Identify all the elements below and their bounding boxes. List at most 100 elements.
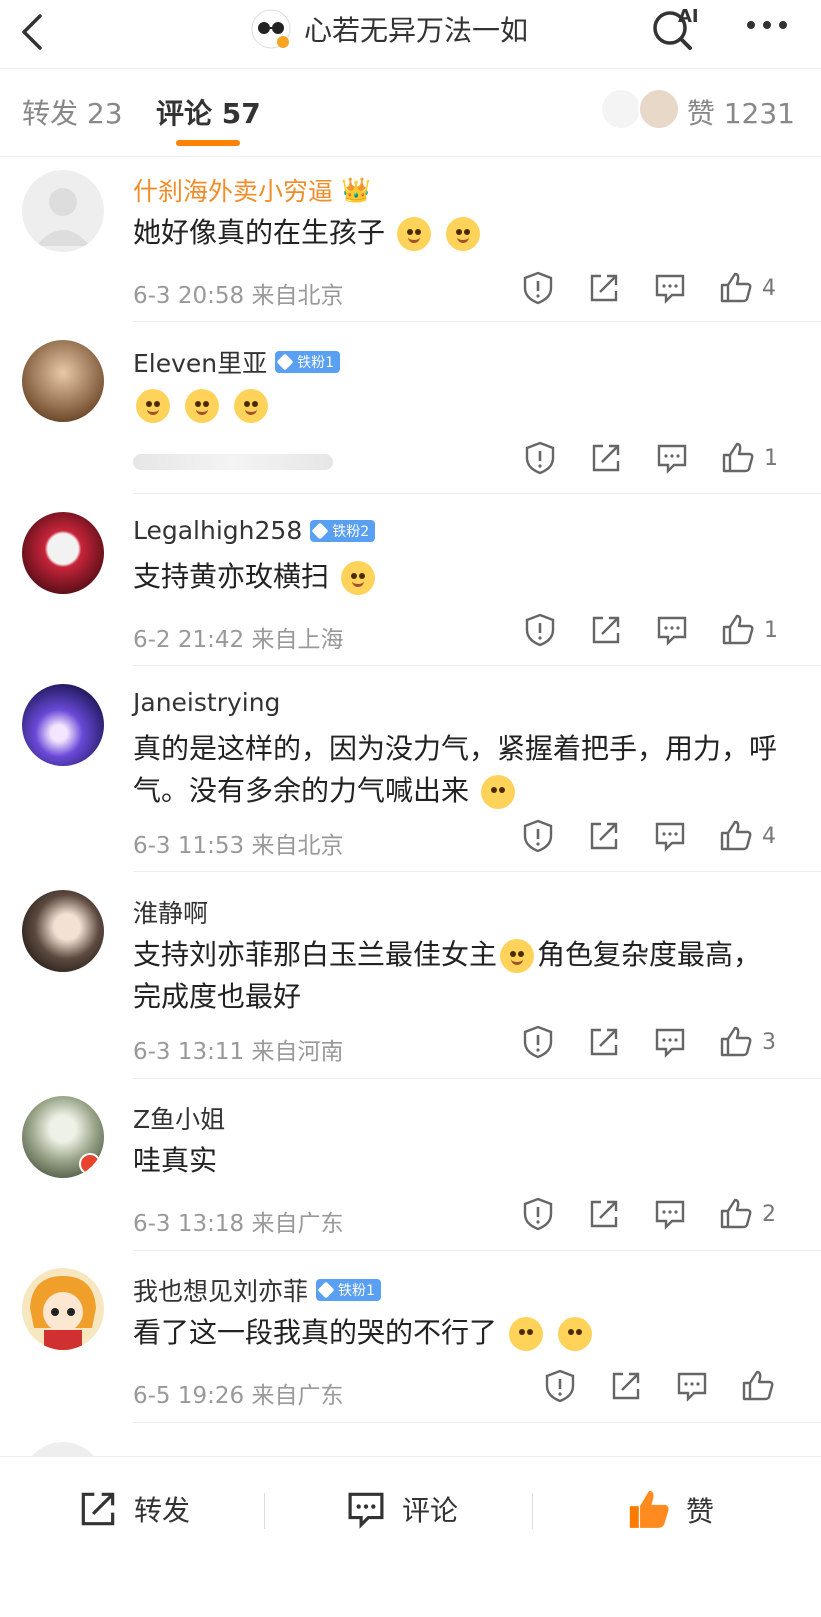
divider bbox=[133, 665, 821, 666]
report-icon[interactable] bbox=[520, 818, 556, 854]
tab-repost-count: 23 bbox=[86, 97, 123, 130]
share-icon[interactable] bbox=[588, 440, 624, 476]
reply-icon[interactable] bbox=[652, 818, 688, 854]
comment-text: 真的是这样的，因为没力气，紧握着把手，用力，呼气。没有多余的力气喊出来 bbox=[133, 728, 781, 812]
divider bbox=[532, 1493, 533, 1529]
share-icon[interactable] bbox=[586, 1024, 622, 1060]
report-icon[interactable] bbox=[522, 440, 558, 476]
comment-like-button[interactable]: 4 bbox=[718, 270, 776, 306]
reply-icon[interactable] bbox=[654, 440, 690, 476]
like-post-button[interactable]: 赞 bbox=[626, 1487, 714, 1533]
comment-button[interactable]: 评论 bbox=[344, 1487, 458, 1531]
comment-username[interactable]: Janeistrying bbox=[133, 688, 280, 717]
comment-text: 支持刘亦菲那白玉兰最佳女主 角色复杂度最高，完成度也最好 bbox=[133, 934, 781, 1018]
badge-text: 铁粉1 bbox=[297, 355, 335, 371]
thumbs-up-icon bbox=[722, 614, 754, 645]
comment-text-content: 支持黄亦玫横扫 bbox=[133, 560, 330, 593]
like-label: 赞 bbox=[686, 1495, 715, 1528]
tab-likes-count: 1231 bbox=[723, 97, 795, 130]
comment-username[interactable]: 什刹海外卖小穷逼 👑 bbox=[133, 172, 371, 208]
badge-text: 铁粉1 bbox=[338, 1283, 375, 1299]
diamond-icon bbox=[311, 522, 329, 539]
crying-emoji-icon bbox=[557, 1317, 592, 1351]
comment-like-button[interactable]: 2 bbox=[718, 1196, 776, 1232]
ai-search-icon[interactable]: AI bbox=[650, 6, 706, 50]
comment-location: 来自广东 bbox=[251, 1211, 344, 1237]
comment-like-button[interactable]: 1 bbox=[720, 440, 778, 476]
repost-button[interactable]: 转发 bbox=[76, 1487, 190, 1531]
comment-time: 6-5 19:26 bbox=[133, 1383, 245, 1409]
report-icon[interactable] bbox=[522, 612, 558, 648]
repost-label: 转发 bbox=[134, 1494, 191, 1527]
comment-meta: 6-3 13:11 来自河南 bbox=[133, 1032, 343, 1066]
tab-likes[interactable]: 赞 1231 bbox=[687, 92, 795, 132]
report-icon[interactable] bbox=[542, 1368, 578, 1404]
thumbs-up-icon bbox=[742, 1370, 774, 1401]
comment-meta: 6-3 11:53 来自北京 bbox=[133, 826, 343, 860]
post-author[interactable]: 心若无异万法一如 bbox=[250, 5, 528, 53]
comment-like-button[interactable]: 4 bbox=[718, 818, 776, 854]
comment-location: 来自河南 bbox=[251, 1039, 344, 1065]
avatar[interactable] bbox=[22, 1096, 104, 1178]
cat-face-icon bbox=[251, 9, 291, 49]
share-icon[interactable] bbox=[586, 818, 622, 854]
love-emoji-icon bbox=[233, 389, 268, 423]
post-author-name: 心若无异万法一如 bbox=[304, 14, 529, 47]
more-options-icon[interactable] bbox=[744, 10, 790, 40]
avatar[interactable] bbox=[22, 170, 104, 252]
fan-badge: 铁粉1 bbox=[275, 351, 341, 373]
reply-icon[interactable] bbox=[652, 1024, 688, 1060]
back-arrow-icon[interactable] bbox=[18, 12, 48, 52]
comment-meta: 6-3 20:58 来自北京 bbox=[133, 276, 343, 310]
comment-location: 来自上海 bbox=[251, 627, 344, 653]
comment-like-button[interactable] bbox=[740, 1368, 776, 1404]
comment-like-button[interactable]: 1 bbox=[720, 612, 778, 648]
divider bbox=[133, 1250, 821, 1251]
share-icon[interactable] bbox=[586, 270, 622, 306]
like-count: 1 bbox=[764, 445, 778, 471]
username-text: 我也想见刘亦菲 bbox=[133, 1277, 309, 1306]
comment-like-button[interactable]: 3 bbox=[718, 1024, 776, 1060]
tab-comments[interactable]: 评论 57 bbox=[156, 92, 261, 132]
comment-username[interactable]: 淮静啊 bbox=[133, 894, 208, 930]
thumbs-up-icon bbox=[722, 442, 754, 473]
reply-icon[interactable] bbox=[652, 270, 688, 306]
avatar[interactable] bbox=[22, 512, 104, 594]
username-text: Eleven里亚 bbox=[133, 349, 268, 378]
report-icon[interactable] bbox=[520, 1196, 556, 1232]
comment-text: 她好像真的在生孩子 bbox=[133, 212, 781, 254]
thumbs-up-icon bbox=[720, 272, 752, 303]
share-icon[interactable] bbox=[608, 1368, 644, 1404]
comment-username[interactable]: Legalhigh258 铁粉2 bbox=[133, 516, 376, 545]
svg-text:AI: AI bbox=[678, 6, 699, 27]
like-count: 3 bbox=[762, 1029, 776, 1055]
username-text: 什刹海外卖小穷逼 bbox=[133, 177, 334, 206]
comment-time: 6-3 11:53 bbox=[133, 833, 245, 859]
reply-icon[interactable] bbox=[674, 1368, 710, 1404]
liker-avatars[interactable] bbox=[600, 88, 680, 130]
report-icon[interactable] bbox=[520, 1024, 556, 1060]
comment-text-content: 哇真实 bbox=[133, 1144, 218, 1177]
comment-label: 评论 bbox=[402, 1494, 459, 1527]
comment-text-content: 看了这一段我真的哭的不行了 bbox=[133, 1316, 498, 1349]
tab-repost[interactable]: 转发 23 bbox=[22, 92, 123, 132]
like-count: 4 bbox=[762, 275, 776, 301]
share-icon[interactable] bbox=[586, 1196, 622, 1232]
diamond-icon bbox=[276, 353, 294, 371]
comment-username[interactable]: Eleven里亚 铁粉1 bbox=[133, 344, 341, 380]
share-icon[interactable] bbox=[588, 612, 624, 648]
comment-username[interactable]: 我也想见刘亦菲 铁粉1 bbox=[133, 1272, 381, 1308]
avatar[interactable] bbox=[22, 684, 104, 766]
blurred-meta bbox=[133, 454, 333, 470]
avatar[interactable] bbox=[22, 890, 104, 972]
avatar[interactable] bbox=[22, 1268, 104, 1350]
reply-icon[interactable] bbox=[652, 1196, 688, 1232]
divider bbox=[133, 871, 821, 872]
report-icon[interactable] bbox=[520, 270, 556, 306]
comment-icon bbox=[348, 1492, 384, 1529]
comment-username[interactable]: Z鱼小姐 bbox=[133, 1100, 225, 1136]
reply-icon[interactable] bbox=[654, 612, 690, 648]
comment-location: 来自广东 bbox=[251, 1383, 344, 1409]
avatar[interactable] bbox=[22, 340, 104, 422]
comment-time: 6-2 21:42 bbox=[133, 627, 245, 653]
